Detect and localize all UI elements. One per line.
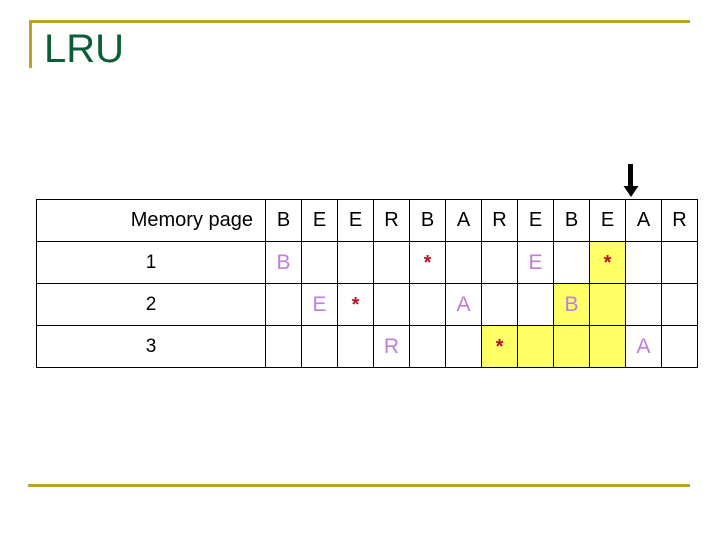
frame-label: 1 bbox=[36, 241, 266, 284]
page-title: LRU bbox=[44, 27, 125, 71]
empty-cell bbox=[661, 325, 698, 368]
page-frame-cell: E bbox=[517, 241, 554, 284]
empty-cell bbox=[661, 283, 698, 326]
empty-cell bbox=[301, 241, 338, 284]
empty-cell bbox=[481, 283, 518, 326]
table-header-row: Memory page B E E R B A R E B E A R bbox=[36, 199, 698, 242]
lru-page-replacement-table: Memory page B E E R B A R E B E A R 1 B * E * 2 E * A B 3 R * A bbox=[36, 199, 698, 368]
empty-cell bbox=[337, 325, 374, 368]
page-frame-cell: E bbox=[301, 283, 338, 326]
page-fault-marker: * bbox=[589, 241, 626, 284]
empty-cell bbox=[625, 283, 662, 326]
reference-string-cell: R bbox=[481, 199, 518, 242]
footer-accent-rule bbox=[28, 484, 690, 487]
empty-cell bbox=[625, 241, 662, 284]
reference-string-cell: E bbox=[517, 199, 554, 242]
reference-string-cell: A bbox=[445, 199, 482, 242]
table-row: 1 B * E * bbox=[36, 241, 698, 284]
page-frame-cell: A bbox=[625, 325, 662, 368]
empty-cell bbox=[373, 283, 410, 326]
empty-cell bbox=[445, 241, 482, 284]
title-accent-rule-top bbox=[29, 20, 690, 23]
reference-string-cell: B bbox=[409, 199, 446, 242]
empty-cell bbox=[553, 325, 590, 368]
page-frame-cell: A bbox=[445, 283, 482, 326]
empty-cell bbox=[661, 241, 698, 284]
empty-cell bbox=[337, 241, 374, 284]
page-fault-marker: * bbox=[337, 283, 374, 326]
empty-cell bbox=[589, 283, 626, 326]
table-row: 3 R * A bbox=[36, 325, 698, 368]
page-fault-marker: * bbox=[481, 325, 518, 368]
empty-cell bbox=[553, 241, 590, 284]
table-row: 2 E * A B bbox=[36, 283, 698, 326]
empty-cell bbox=[265, 283, 302, 326]
empty-cell bbox=[517, 325, 554, 368]
empty-cell bbox=[409, 325, 446, 368]
page-fault-marker: * bbox=[409, 241, 446, 284]
reference-string-cell: B bbox=[553, 199, 590, 242]
row-label-header: Memory page bbox=[36, 199, 266, 242]
page-frame-cell: B bbox=[553, 283, 590, 326]
reference-string-cell: E bbox=[337, 199, 374, 242]
reference-string-cell: E bbox=[589, 199, 626, 242]
empty-cell bbox=[589, 325, 626, 368]
reference-string-cell: E bbox=[301, 199, 338, 242]
reference-string-cell: A bbox=[625, 199, 662, 242]
frame-label: 2 bbox=[36, 283, 266, 326]
page-frame-cell: R bbox=[373, 325, 410, 368]
frame-label: 3 bbox=[36, 325, 266, 368]
empty-cell bbox=[409, 283, 446, 326]
reference-string-cell: R bbox=[661, 199, 698, 242]
empty-cell bbox=[265, 325, 302, 368]
page-frame-cell: B bbox=[265, 241, 302, 284]
title-accent-rule-left bbox=[29, 20, 32, 68]
empty-cell bbox=[301, 325, 338, 368]
empty-cell bbox=[373, 241, 410, 284]
empty-cell bbox=[445, 325, 482, 368]
arrow-down-icon bbox=[622, 164, 640, 198]
reference-string-cell: R bbox=[373, 199, 410, 242]
empty-cell bbox=[517, 283, 554, 326]
reference-string-cell: B bbox=[265, 199, 302, 242]
empty-cell bbox=[481, 241, 518, 284]
